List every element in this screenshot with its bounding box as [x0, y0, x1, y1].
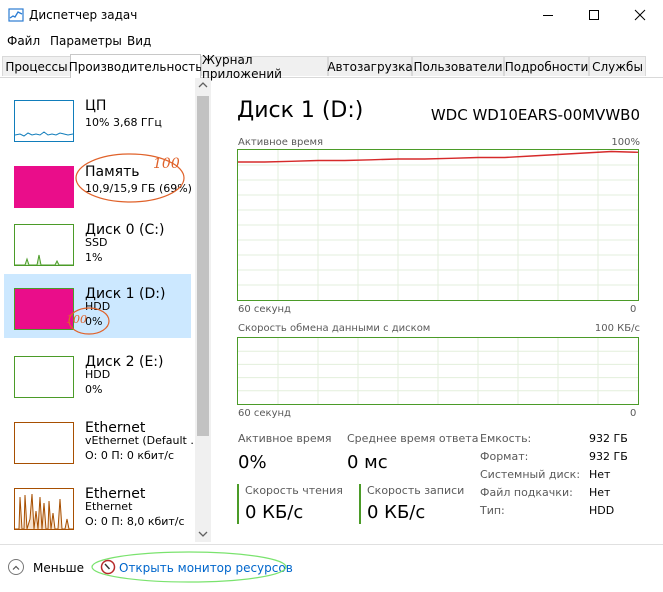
sidebar-item-detail: 10% 3,68 ГГц — [85, 116, 162, 129]
sidebar-item-throughput: О: 0 П: 8,0 кбит/с — [85, 515, 185, 528]
menu-file[interactable]: Файл — [7, 34, 40, 48]
close-button[interactable] — [617, 0, 663, 30]
capacity-value: 932 ГБ — [589, 432, 628, 445]
write-speed-value: 0 КБ/с — [367, 502, 426, 523]
task-manager-icon — [8, 8, 24, 22]
write-speed-label: Скорость записи — [367, 484, 465, 497]
disk-1-thumbnail — [14, 288, 74, 330]
chart-1-max: 100% — [611, 137, 640, 148]
sidebar-item-disk-0[interactable]: Диск 0 (C:) SSD 1% — [4, 210, 191, 274]
sidebar-item-cpu[interactable]: ЦП 10% 3,68 ГГц — [4, 86, 191, 150]
active-time-label: Активное время — [238, 432, 332, 445]
sidebar-item-type: HDD — [85, 300, 111, 313]
menu-view[interactable]: Вид — [127, 34, 151, 48]
scroll-down-icon[interactable] — [198, 530, 208, 538]
type-label: Тип: — [480, 504, 505, 517]
memory-thumbnail — [14, 166, 74, 208]
sidebar-item-adapter: Ethernet — [85, 500, 133, 513]
sidebar-item-disk-2[interactable]: Диск 2 (E:) HDD 0% — [4, 342, 191, 406]
system-disk-label: Системный диск: — [480, 468, 581, 481]
tab-startup[interactable]: Автозагрузка — [327, 56, 413, 76]
format-value: 932 ГБ — [589, 450, 628, 463]
minimize-icon — [543, 15, 553, 16]
chart-2-x-left: 60 секунд — [238, 408, 291, 419]
capacity-label: Емкость: — [480, 432, 532, 445]
tab-processes[interactable]: Процессы — [2, 56, 71, 76]
cpu-thumbnail — [14, 100, 74, 142]
type-value: HDD — [589, 504, 615, 517]
chart-1-label: Активное время — [238, 137, 324, 148]
resource-monitor-icon[interactable] — [100, 559, 116, 575]
sidebar-item-disk-1[interactable]: Диск 1 (D:) HDD 0% — [4, 274, 191, 338]
chart-2-x-right: 0 — [630, 408, 637, 419]
chevron-up-icon[interactable] — [8, 559, 24, 575]
transfer-rate-chart — [237, 337, 639, 405]
sidebar-item-type: SSD — [85, 236, 108, 249]
tab-performance[interactable]: Производительность — [69, 54, 202, 78]
device-model: WDC WD10EARS-00MVWB0 — [430, 106, 640, 124]
close-icon — [634, 9, 646, 21]
system-disk-value: Нет — [589, 468, 611, 481]
window-title: Диспетчер задач — [29, 8, 138, 22]
sidebar-item-usage: 0% — [85, 383, 103, 396]
tab-services[interactable]: Службы — [589, 56, 646, 76]
sidebar-item-type: HDD — [85, 368, 111, 381]
sidebar-item-usage: 1% — [85, 251, 103, 264]
footer-divider — [0, 544, 663, 545]
sidebar-item-ethernet-2[interactable]: Ethernet Ethernet О: 0 П: 8,0 кбит/с — [4, 474, 191, 538]
response-time-label: Среднее время ответа — [347, 432, 479, 445]
chart-2-max: 100 КБ/с — [594, 323, 640, 334]
read-speed-value: 0 КБ/с — [245, 502, 304, 523]
scroll-up-icon[interactable] — [198, 81, 208, 89]
page-file-label: Файл подкачки: — [480, 486, 573, 499]
active-time-chart — [237, 149, 639, 301]
sidebar-item-adapter: vEthernet (Default ... — [85, 434, 201, 447]
fewer-details-button[interactable]: Меньше — [33, 561, 84, 575]
page-title: Диск 1 (D:) — [237, 98, 364, 123]
active-time-value: 0% — [238, 452, 267, 473]
read-speed-label: Скорость чтения — [245, 484, 343, 497]
maximize-icon — [589, 10, 599, 20]
menu-options[interactable]: Параметры — [50, 34, 122, 48]
minimize-button[interactable] — [525, 0, 571, 30]
sidebar-item-name: Память — [85, 164, 140, 180]
chart-1-x-right: 0 — [630, 304, 637, 315]
chart-1-x-left: 60 секунд — [238, 304, 291, 315]
format-label: Формат: — [480, 450, 529, 463]
sidebar-item-ethernet-1[interactable]: Ethernet vEthernet (Default ... О: 0 П: … — [4, 408, 201, 472]
maximize-button[interactable] — [571, 0, 617, 30]
sidebar-item-detail: 10,9/15,9 ГБ (69%) — [85, 182, 192, 195]
sidebar-item-memory[interactable]: Память 10,9/15,9 ГБ (69%) — [4, 152, 192, 216]
chart-2-label: Скорость обмена данными с диском — [238, 323, 431, 334]
write-speed-bar — [359, 484, 361, 524]
read-speed-bar — [237, 484, 239, 524]
sidebar-item-throughput: О: 0 П: 0 кбит/с — [85, 449, 175, 462]
sidebar-item-usage: 0% — [85, 315, 103, 328]
scrollbar-thumb[interactable] — [197, 96, 209, 436]
disk-2-thumbnail — [14, 356, 74, 398]
page-file-value: Нет — [589, 486, 611, 499]
sidebar-item-name: ЦП — [85, 98, 107, 114]
tab-users[interactable]: Пользователи — [412, 56, 504, 76]
response-time-value: 0 мс — [347, 452, 388, 473]
tab-details[interactable]: Подробности — [504, 56, 589, 76]
open-resource-monitor-link[interactable]: Открыть монитор ресурсов — [119, 561, 293, 575]
disk-0-thumbnail — [14, 224, 74, 266]
ethernet-1-thumbnail — [14, 422, 74, 464]
tab-app-history[interactable]: Журнал приложений — [201, 53, 328, 81]
ethernet-2-thumbnail — [14, 488, 74, 530]
